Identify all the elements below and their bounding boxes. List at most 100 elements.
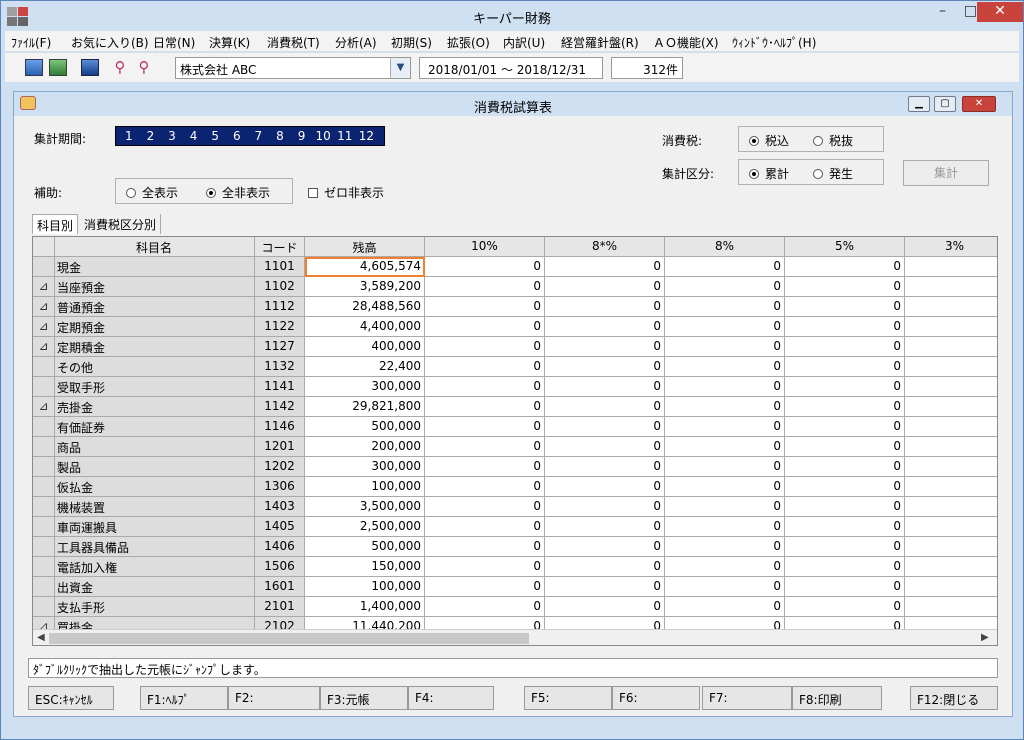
tax5-cell[interactable]: 0 [785, 577, 905, 597]
menu-daily[interactable]: 日常(N) [153, 34, 195, 51]
table-row[interactable]: 受取手形 1141 300,000 0 0 0 0 [33, 377, 997, 397]
tax10-cell[interactable]: 0 [425, 357, 545, 377]
tax8star-cell[interactable]: 0 [545, 457, 665, 477]
header-3[interactable]: 3% [905, 237, 997, 257]
tax10-cell[interactable]: 0 [425, 517, 545, 537]
tax3-cell[interactable] [905, 357, 997, 377]
child-restore-button[interactable]: ▢ [934, 96, 956, 112]
tax3-cell[interactable] [905, 317, 997, 337]
tax8star-cell[interactable]: 0 [545, 317, 665, 337]
tax8star-cell[interactable]: 0 [545, 557, 665, 577]
tax8-cell[interactable]: 0 [665, 457, 785, 477]
table-row[interactable]: 電話加入権 1506 150,000 0 0 0 0 [33, 557, 997, 577]
tax3-cell[interactable] [905, 517, 997, 537]
tax3-cell[interactable] [905, 497, 997, 517]
f7-button[interactable]: F7: [702, 686, 792, 710]
tax10-cell[interactable]: 0 [425, 397, 545, 417]
tax8-cell[interactable]: 0 [665, 577, 785, 597]
tax8-cell[interactable]: 0 [665, 477, 785, 497]
tax5-cell[interactable]: 0 [785, 297, 905, 317]
occurrence-radio[interactable]: 発生 [813, 165, 853, 182]
tax10-cell[interactable]: 0 [425, 597, 545, 617]
tax3-cell[interactable] [905, 577, 997, 597]
balance-cell[interactable]: 300,000 [305, 377, 425, 397]
tax5-cell[interactable]: 0 [785, 457, 905, 477]
tab-by-account[interactable]: 科目別 [32, 214, 79, 234]
f4-button[interactable]: F4: [408, 686, 494, 710]
tax8-cell[interactable]: 0 [665, 497, 785, 517]
tax10-cell[interactable]: 0 [425, 417, 545, 437]
menu-initial[interactable]: 初期(S) [391, 34, 432, 51]
balance-cell[interactable]: 29,821,800 [305, 397, 425, 417]
period-8[interactable]: 8 [269, 129, 291, 143]
tax-inclusive-radio[interactable]: 税込 [749, 132, 789, 149]
menu-closing[interactable]: 決算(K) [209, 34, 250, 51]
menu-breakdown[interactable]: 内訳(U) [503, 34, 545, 51]
tax3-cell[interactable] [905, 297, 997, 317]
header-balance[interactable]: 残高 [305, 237, 425, 257]
tax5-cell[interactable]: 0 [785, 497, 905, 517]
aggregate-button[interactable]: 集計 [903, 160, 989, 186]
tax8-cell[interactable]: 0 [665, 557, 785, 577]
table-row[interactable]: ⊿ 定期積金 1127 400,000 0 0 0 0 [33, 337, 997, 357]
company-select[interactable]: 株式会社 ABC ▼ [175, 57, 411, 79]
menu-file[interactable]: ﾌｧｲﾙ(F) [11, 34, 51, 51]
balance-cell[interactable]: 3,589,200 [305, 277, 425, 297]
tax5-cell[interactable]: 0 [785, 317, 905, 337]
header-account[interactable]: 科目名 [55, 237, 255, 257]
tax8-cell[interactable]: 0 [665, 397, 785, 417]
f12-close-button[interactable]: F12:閉じる [910, 686, 998, 710]
balance-cell[interactable]: 150,000 [305, 557, 425, 577]
table-row[interactable]: ⊿ 当座預金 1102 3,589,200 0 0 0 0 [33, 277, 997, 297]
tax8star-cell[interactable]: 0 [545, 417, 665, 437]
tax5-cell[interactable]: 0 [785, 537, 905, 557]
header-5[interactable]: 5% [785, 237, 905, 257]
header-8[interactable]: 8% [665, 237, 785, 257]
balance-cell[interactable]: 2,500,000 [305, 517, 425, 537]
table-row[interactable]: 有価証券 1146 500,000 0 0 0 0 [33, 417, 997, 437]
table-row[interactable]: 仮払金 1306 100,000 0 0 0 0 [33, 477, 997, 497]
tax10-cell[interactable]: 0 [425, 377, 545, 397]
menu-favorites[interactable]: お気に入り(B) [71, 34, 149, 51]
balance-cell[interactable]: 300,000 [305, 457, 425, 477]
tax8-cell[interactable]: 0 [665, 537, 785, 557]
tax8-cell[interactable]: 0 [665, 317, 785, 337]
hide-all-radio[interactable]: 全非表示 [206, 184, 270, 201]
table-row[interactable]: 車両運搬具 1405 2,500,000 0 0 0 0 [33, 517, 997, 537]
tax8-cell[interactable]: 0 [665, 297, 785, 317]
tax5-cell[interactable]: 0 [785, 337, 905, 357]
tax8star-cell[interactable]: 0 [545, 577, 665, 597]
tax8star-cell[interactable]: 0 [545, 277, 665, 297]
tax10-cell[interactable]: 0 [425, 457, 545, 477]
tax5-cell[interactable]: 0 [785, 477, 905, 497]
tax8star-cell[interactable]: 0 [545, 437, 665, 457]
tax3-cell[interactable] [905, 537, 997, 557]
header-code[interactable]: コード [255, 237, 305, 257]
tax8star-cell[interactable]: 0 [545, 337, 665, 357]
tax8star-cell[interactable]: 0 [545, 297, 665, 317]
period-6[interactable]: 6 [226, 129, 248, 143]
table-row[interactable]: 現金 1101 4,605,574 0 0 0 0 [33, 257, 997, 277]
tax8-cell[interactable]: 0 [665, 277, 785, 297]
tax5-cell[interactable]: 0 [785, 517, 905, 537]
tax10-cell[interactable]: 0 [425, 257, 545, 277]
tax5-cell[interactable]: 0 [785, 277, 905, 297]
tax10-cell[interactable]: 0 [425, 437, 545, 457]
close-button[interactable]: ✕ [977, 2, 1023, 22]
table-row[interactable]: ⊿ 普通預金 1112 28,488,560 0 0 0 0 [33, 297, 997, 317]
tax3-cell[interactable] [905, 277, 997, 297]
child-close-button[interactable]: ✕ [962, 96, 996, 112]
balance-cell[interactable]: 22,400 [305, 357, 425, 377]
zero-hide-checkbox[interactable]: ゼロ非表示 [308, 184, 384, 201]
tax10-cell[interactable]: 0 [425, 477, 545, 497]
menu-ao[interactable]: ＡＯ機能(X) [653, 34, 719, 51]
tax8star-cell[interactable]: 0 [545, 537, 665, 557]
tax3-cell[interactable] [905, 437, 997, 457]
tax8star-cell[interactable]: 0 [545, 257, 665, 277]
tax10-cell[interactable]: 0 [425, 577, 545, 597]
balance-cell[interactable]: 100,000 [305, 477, 425, 497]
scroll-left-icon[interactable]: ◀ [37, 632, 45, 643]
zoom-in-icon[interactable]: ⚲ [111, 59, 129, 76]
tax5-cell[interactable]: 0 [785, 397, 905, 417]
show-all-radio[interactable]: 全表示 [126, 184, 178, 201]
